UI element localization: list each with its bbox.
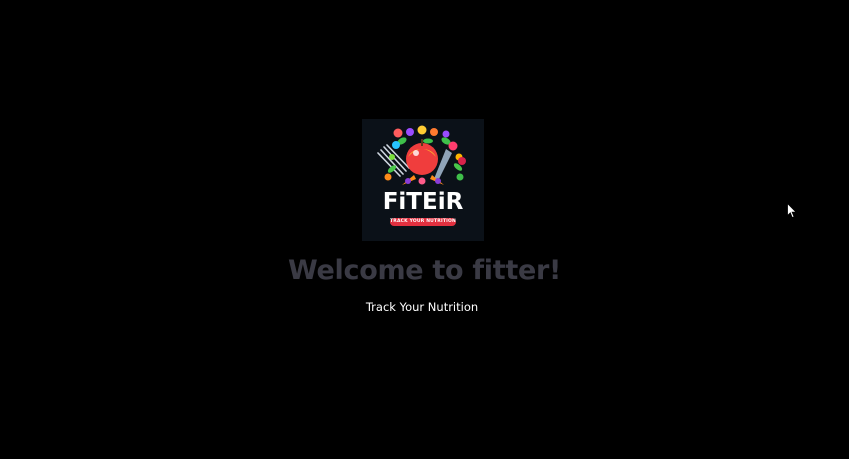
logo-tagline-badge: TRACK YOUR NUTRITION [390,218,456,226]
mouse-pointer-icon [787,203,797,219]
logo-wordmark: FiTEiR [382,189,464,215]
welcome-title: Welcome to fitter! [288,255,561,286]
app-logo: FiTEiR TRACK YOUR NUTRITION [362,119,484,241]
welcome-subtitle: Track Your Nutrition [365,300,479,314]
splash-screen: FiTEiR TRACK YOUR NUTRITION Welcome to f… [0,0,849,459]
